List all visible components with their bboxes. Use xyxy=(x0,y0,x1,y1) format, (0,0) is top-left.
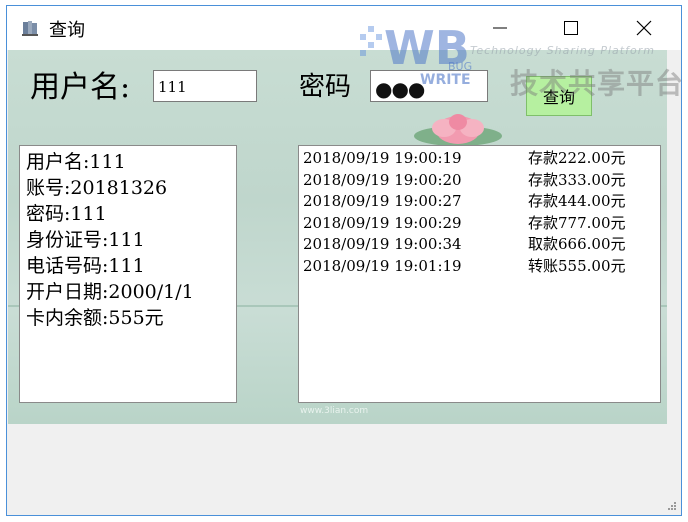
transaction-row: 2018/09/19 19:00:34 取款666.00元 xyxy=(303,234,660,256)
form-background-panel: www.3lian.com 用户名: 111 密码 ●●● 查询 用户名:111… xyxy=(8,50,667,424)
close-icon xyxy=(636,20,652,36)
lotus-flower-image xyxy=(414,114,502,146)
transaction-action: 存款333.00元 xyxy=(528,170,626,189)
username-input[interactable]: 111 xyxy=(153,70,257,102)
minimize-icon xyxy=(493,21,507,35)
transaction-action: 存款444.00元 xyxy=(528,192,626,210)
bugwrite-logo: WB WRITE BUG xyxy=(360,21,472,88)
account-info-line: 卡内余额:555元 xyxy=(26,307,164,329)
transaction-time: 2018/09/19 19:01:19 xyxy=(303,256,462,275)
account-info-line: 身份证号:111 xyxy=(26,229,145,251)
account-info-line: 开户日期:2000/1/1 xyxy=(26,281,194,303)
svg-text:BUG: BUG xyxy=(448,60,472,73)
book-stack-icon xyxy=(21,19,39,37)
transaction-row: 2018/09/19 19:00:27 存款444.00元 xyxy=(303,191,660,213)
resize-grip-icon[interactable] xyxy=(667,501,677,511)
transaction-time: 2018/09/19 19:00:34 xyxy=(303,235,462,253)
svg-text:WRITE: WRITE xyxy=(420,72,471,88)
account-info-line: 用户名:111 xyxy=(26,151,126,173)
transaction-time: 2018/09/19 19:00:29 xyxy=(303,213,462,232)
transaction-time: 2018/09/19 19:00:19 xyxy=(303,149,462,167)
watermark-chinese: 技术共享平台 xyxy=(510,67,685,100)
transaction-action: 存款222.00元 xyxy=(528,149,626,167)
background-watermark: www.3lian.com xyxy=(300,406,369,416)
username-label: 用户名: xyxy=(30,70,131,105)
window-title: 查询 xyxy=(49,20,85,41)
watermark-english: Technology Sharing Platform xyxy=(470,44,655,57)
password-label: 密码 xyxy=(299,72,352,102)
account-info-line: 密码:111 xyxy=(26,203,107,225)
transaction-action: 存款777.00元 xyxy=(528,213,626,232)
transaction-row: 2018/09/19 19:00:19 存款222.00元 xyxy=(303,148,660,170)
account-info-box: 用户名:111 账号:20181326 密码:111 身份证号:111 电话号码… xyxy=(19,145,237,403)
transaction-time: 2018/09/19 19:00:27 xyxy=(303,192,462,210)
transaction-row: 2018/09/19 19:00:29 存款777.00元 xyxy=(303,213,660,235)
account-info-line: 账号:20181326 xyxy=(26,177,168,199)
transaction-row: 2018/09/19 19:00:20 存款333.00元 xyxy=(303,170,660,192)
transaction-log-box[interactable]: 2018/09/19 19:00:19 存款222.00元 2018/09/19 … xyxy=(298,145,661,403)
transaction-action: 转账555.00元 xyxy=(528,256,626,275)
transaction-time: 2018/09/19 19:00:20 xyxy=(303,170,462,189)
maximize-icon xyxy=(564,21,578,35)
transaction-row: 2018/09/19 19:01:19 转账555.00元 xyxy=(303,256,660,278)
account-info-line: 电话号码:111 xyxy=(26,255,145,277)
transaction-action: 取款666.00元 xyxy=(528,235,626,253)
